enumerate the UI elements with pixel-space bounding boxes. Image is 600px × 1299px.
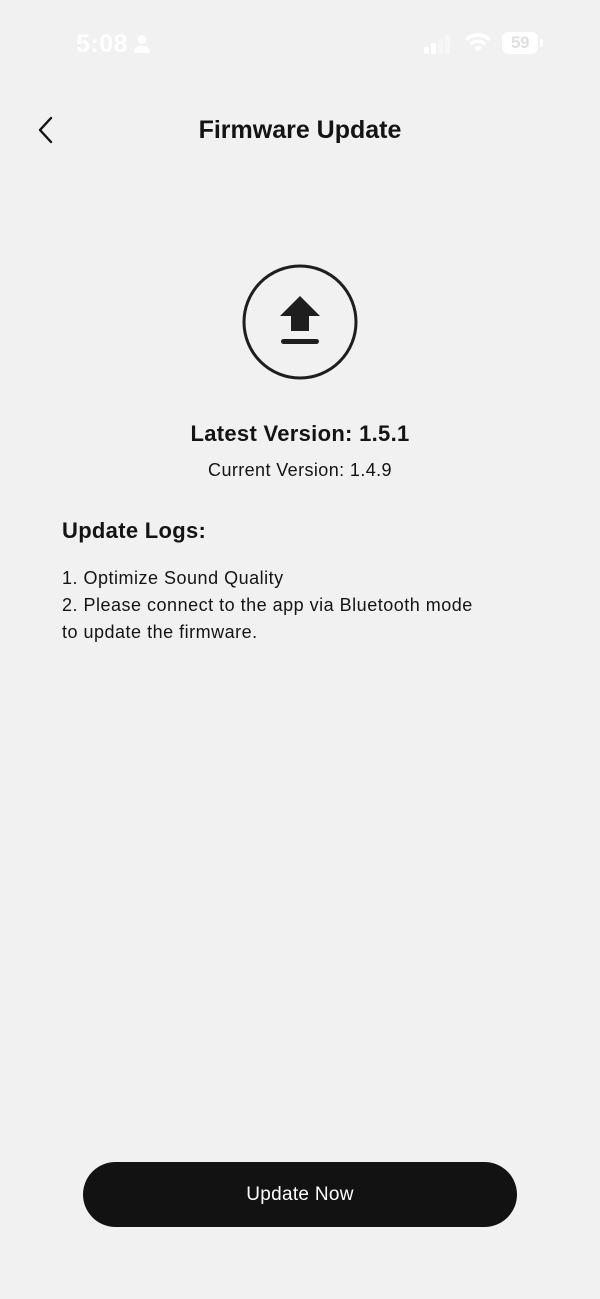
current-version: Current Version: 1.4.9 <box>208 460 392 480</box>
update-now-button[interactable]: Update Now <box>83 1162 517 1227</box>
log-line: 2. Please connect to the app via Bluetoo… <box>62 595 473 615</box>
update-logs-heading: Update Logs: <box>62 518 207 543</box>
cellular-signal-icon <box>424 35 450 54</box>
person-icon <box>134 35 150 53</box>
status-time: 5:08 <box>76 30 129 58</box>
latest-version: Latest Version: 1.5.1 <box>190 421 410 446</box>
upload-icon <box>242 264 358 380</box>
page-title: Firmware Update <box>198 116 402 144</box>
status-bar: 5:08 59 <box>0 0 600 90</box>
log-line: to update the firmware. <box>62 622 258 642</box>
battery-cap <box>540 39 543 47</box>
wifi-icon <box>465 33 491 52</box>
battery-level: 59 <box>511 33 529 52</box>
log-line: 1. Optimize Sound Quality <box>62 568 284 588</box>
